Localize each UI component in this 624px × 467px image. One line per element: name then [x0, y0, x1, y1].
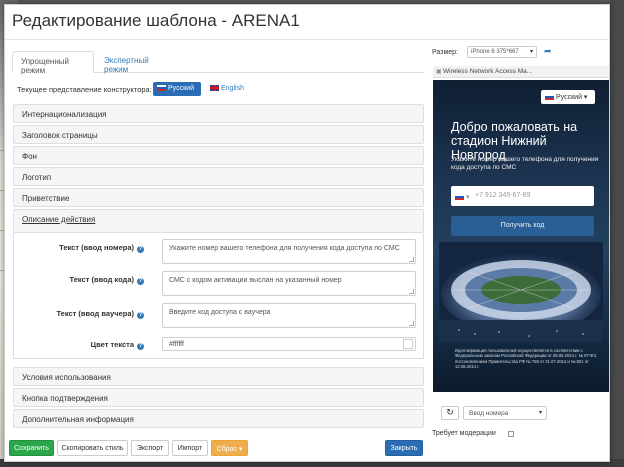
- color-swatch[interactable]: [403, 339, 413, 349]
- preview-language-value: Русский: [556, 94, 582, 101]
- tab-expert-mode[interactable]: Экспертный режим: [96, 51, 176, 74]
- page-icon: ▣: [436, 69, 442, 75]
- preview-legal-text: Идентификация пользователей осуществляет…: [455, 348, 598, 370]
- size-label: Размер:: [432, 49, 459, 56]
- preview-mode-value: Ввод номера: [469, 410, 509, 417]
- english-label: English: [221, 85, 244, 92]
- action-description-body: Текст (ввод номера)? Укажите номер вашег…: [13, 233, 424, 359]
- background-window-right: [610, 0, 624, 467]
- code-text-input[interactable]: СМС с кодом активации выслан на указанны…: [162, 271, 416, 296]
- preview-phone-input[interactable]: ▾ +7 912 345-67-89: [451, 186, 594, 206]
- panel-page-header[interactable]: Заголовок страницы: [13, 125, 424, 144]
- text-color-input[interactable]: #ffffff: [162, 337, 416, 351]
- russian-language-button[interactable]: Русский: [153, 82, 201, 96]
- phone-text-label: Текст (ввод номера)?: [59, 243, 144, 253]
- moderation-row: Требует модерации: [432, 430, 514, 437]
- code-text-label: Текст (ввод кода)?: [69, 275, 144, 285]
- device-size-select[interactable]: iPhone 6 375*667 ▾: [467, 46, 537, 58]
- russia-flag-icon: [157, 85, 166, 91]
- uk-flag-icon: [210, 85, 219, 91]
- help-icon[interactable]: ?: [137, 343, 144, 350]
- moderation-checkbox[interactable]: [508, 431, 514, 437]
- title-divider: [5, 39, 609, 40]
- phone-placeholder: +7 912 345-67-89: [475, 192, 531, 199]
- save-button[interactable]: Сохранить: [9, 440, 54, 456]
- preview-language-dropdown[interactable]: Русский ▾: [541, 90, 595, 104]
- preview-browser-tab: ▣ Wireless Network Access Ma...: [433, 66, 609, 78]
- panel-confirm-button[interactable]: Кнопка подтверждения: [13, 388, 424, 407]
- panel-additional-info[interactable]: Дополнительная информация: [13, 409, 424, 428]
- panel-background[interactable]: Фон: [13, 146, 424, 165]
- help-icon[interactable]: ?: [137, 312, 144, 319]
- country-code-selector[interactable]: ▾: [455, 193, 470, 201]
- stadium-image: [439, 242, 603, 342]
- russia-flag-icon: [545, 94, 554, 100]
- caret-down-icon: ▾: [238, 446, 243, 453]
- panel-action-description[interactable]: Описание действия: [13, 209, 424, 233]
- moderation-label: Требует модерации: [432, 430, 496, 437]
- mode-tabs: Упрощенный режим Экспертный режим: [12, 51, 424, 75]
- text-color-label: Цвет текста?: [90, 340, 144, 350]
- open-external-icon[interactable]: ➦: [544, 46, 552, 57]
- reset-label: Сброс: [216, 446, 237, 453]
- tab-simple-mode[interactable]: Упрощенный режим: [12, 51, 94, 75]
- phone-text-input[interactable]: Укажите номер вашего телефона для получе…: [162, 239, 416, 264]
- phone-preview: Русский ▾ Добро пожаловать на стадион Ни…: [433, 80, 609, 392]
- language-label: Текущее представление конструктора:: [17, 85, 152, 94]
- panel-internationalization[interactable]: Интернационализация: [13, 104, 424, 123]
- reset-button[interactable]: Сброс ▾: [211, 440, 248, 456]
- preview-tab-title: Wireless Network Access Ma...: [443, 68, 533, 75]
- text-color-value: #ffffff: [169, 341, 184, 348]
- dialog-title: Редактирование шаблона - ARENA1: [12, 11, 300, 30]
- caret-down-icon: ▾: [538, 410, 542, 416]
- preview-mode-select[interactable]: Ввод номера ▾: [463, 406, 547, 420]
- refresh-icon[interactable]: ↻: [441, 406, 459, 420]
- panel-greeting[interactable]: Приветствие: [13, 188, 424, 207]
- preview-get-code-button[interactable]: Получить код: [451, 216, 594, 236]
- russia-flag-icon: [455, 194, 464, 200]
- russian-label: Русский: [168, 85, 194, 92]
- voucher-text-input[interactable]: Введите код доступа с ваучера: [162, 303, 416, 328]
- copy-style-button[interactable]: Скопировать стиль: [57, 440, 128, 456]
- english-language-button[interactable]: English: [210, 85, 244, 92]
- preview-hint-text: Укажите номер вашего телефона для получе…: [451, 156, 599, 171]
- panel-logo[interactable]: Логотип: [13, 167, 424, 186]
- help-icon[interactable]: ?: [137, 246, 144, 253]
- caret-down-icon: ▾: [529, 49, 533, 55]
- import-button[interactable]: Импорт: [172, 440, 208, 456]
- device-size-value: iPhone 6 375*667: [471, 49, 519, 55]
- help-icon[interactable]: ?: [137, 278, 144, 285]
- voucher-text-label: Текст (ввод ваучера)?: [56, 309, 144, 319]
- close-button[interactable]: Закрыть: [385, 440, 423, 456]
- export-button[interactable]: Экспорт: [131, 440, 169, 456]
- panel-terms-of-use[interactable]: Условия использования: [13, 367, 424, 386]
